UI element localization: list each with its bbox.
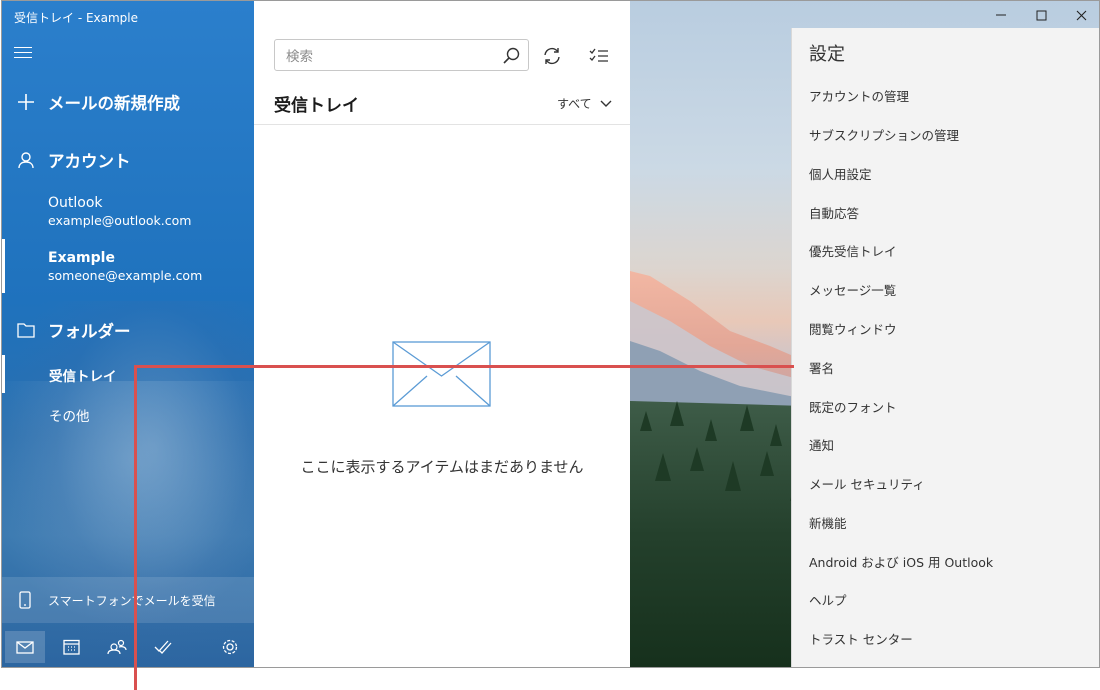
settings-item-reading-pane[interactable]: 閲覧ウィンドウ xyxy=(809,319,897,338)
account-item-example[interactable]: Example someone@example.com xyxy=(48,250,202,284)
plus-icon xyxy=(14,90,38,114)
app-switcher-bar xyxy=(2,623,254,667)
settings-item-automatic-replies[interactable]: 自動応答 xyxy=(809,203,859,222)
settings-icon[interactable] xyxy=(210,631,250,663)
folder-title: 受信トレイ xyxy=(274,96,359,116)
divider xyxy=(254,124,630,125)
settings-panel: 設定 アカウントの管理 サブスクリプションの管理 個人用設定 自動応答 優先受信… xyxy=(791,28,1099,667)
folder-selection-indicator xyxy=(2,355,5,393)
maximize-icon[interactable] xyxy=(1022,1,1060,29)
folder-icon xyxy=(14,318,38,342)
settings-item-personalization[interactable]: 個人用設定 xyxy=(809,164,872,183)
navigation-pane: 受信トレイ - Example メールの新規作成 アカウント Outlook e… xyxy=(2,1,254,667)
settings-item-whats-new[interactable]: 新機能 xyxy=(809,513,847,532)
settings-item-manage-subscription[interactable]: サブスクリプションの管理 xyxy=(809,125,959,144)
search-input[interactable]: 検索 xyxy=(275,45,494,65)
folder-item-other[interactable]: その他 xyxy=(49,405,90,425)
minimize-icon[interactable] xyxy=(982,1,1020,29)
account-email: example@outlook.com xyxy=(48,213,192,228)
settings-item-notifications[interactable]: 通知 xyxy=(809,435,834,454)
accounts-heading[interactable]: アカウント xyxy=(14,148,131,172)
chevron-down-icon xyxy=(600,100,612,107)
todo-icon[interactable] xyxy=(143,631,183,663)
account-email: someone@example.com xyxy=(48,268,203,283)
people-icon[interactable] xyxy=(97,631,137,663)
folders-heading[interactable]: フォルダー xyxy=(14,318,131,342)
empty-state-message: ここに表示するアイテムはまだありません xyxy=(300,458,584,476)
empty-envelope-icon xyxy=(392,341,492,413)
phone-icon xyxy=(2,591,48,609)
window-title: 受信トレイ - Example xyxy=(14,11,139,25)
new-mail-label: メールの新規作成 xyxy=(48,94,180,113)
search-box[interactable]: 検索 xyxy=(274,39,529,71)
settings-item-email-security[interactable]: メール セキュリティ xyxy=(809,474,925,493)
settings-item-signature[interactable]: 署名 xyxy=(809,358,834,377)
get-mail-on-phone-banner[interactable]: スマートフォンでメールを受信 xyxy=(2,577,254,623)
new-mail-button[interactable]: メールの新規作成 xyxy=(14,90,180,114)
close-icon[interactable] xyxy=(1062,1,1099,29)
folder-item-inbox[interactable]: 受信トレイ xyxy=(49,365,117,385)
settings-item-focused-inbox[interactable]: 優先受信トレイ xyxy=(809,241,897,260)
filter-label: すべて xyxy=(557,97,592,111)
mail-app-window: 受信トレイ - Example メールの新規作成 アカウント Outlook e… xyxy=(1,0,1100,668)
settings-item-default-font[interactable]: 既定のフォント xyxy=(809,397,897,416)
filter-dropdown[interactable]: すべて xyxy=(557,95,612,112)
accounts-heading-label: アカウント xyxy=(48,152,131,171)
annotation-line-horizontal xyxy=(134,365,794,368)
message-list-pane: 検索 受信トレイ すべて ここに表示するアイテムはまだありません xyxy=(254,1,630,667)
settings-item-outlook-mobile[interactable]: Android および iOS 用 Outlook xyxy=(809,552,993,571)
account-item-outlook[interactable]: Outlook example@outlook.com xyxy=(48,195,191,229)
settings-title: 設定 xyxy=(809,44,845,65)
folders-heading-label: フォルダー xyxy=(48,322,131,341)
mail-icon[interactable] xyxy=(5,631,45,663)
account-name: Outlook xyxy=(48,195,103,211)
sync-icon[interactable] xyxy=(539,43,565,69)
account-selection-indicator xyxy=(2,239,5,293)
person-icon xyxy=(14,148,38,172)
settings-item-manage-accounts[interactable]: アカウントの管理 xyxy=(809,86,909,105)
settings-item-trust-center[interactable]: トラスト センター xyxy=(809,629,913,648)
settings-item-message-list[interactable]: メッセージ一覧 xyxy=(809,280,896,299)
settings-item-help[interactable]: ヘルプ xyxy=(809,590,847,609)
promo-label: スマートフォンでメールを受信 xyxy=(48,593,216,608)
selection-mode-icon[interactable] xyxy=(586,43,612,69)
annotation-line-vertical xyxy=(134,365,137,690)
account-name: Example xyxy=(48,250,115,266)
hamburger-menu-icon[interactable] xyxy=(14,43,36,65)
calendar-icon[interactable] xyxy=(51,631,91,663)
search-icon[interactable] xyxy=(494,47,528,64)
